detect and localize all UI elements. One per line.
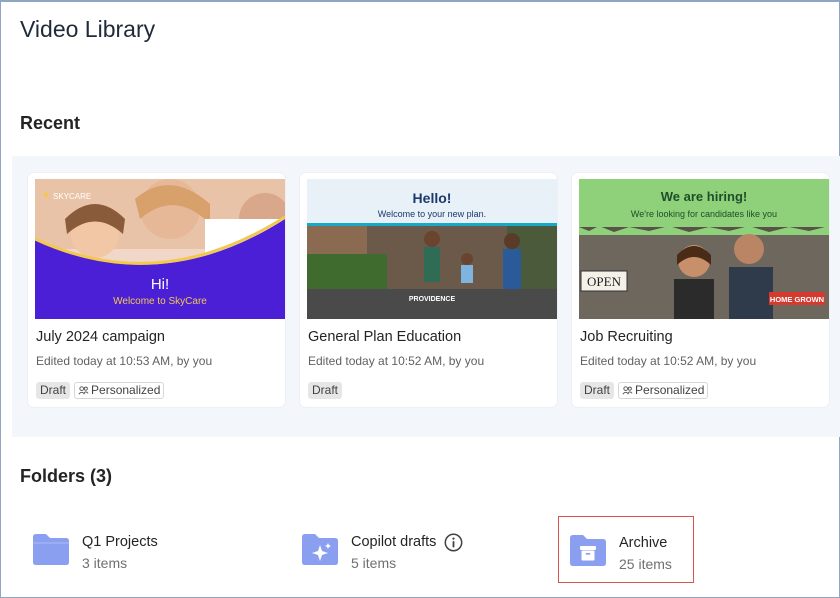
personalized-tag: Personalized <box>618 382 709 399</box>
thumb-headline: Hi! <box>151 276 169 293</box>
folder-name: Copilot drafts <box>351 534 437 550</box>
thumb-brand: SKYCARE <box>53 192 91 201</box>
video-thumbnail: Hello! Welcome to your new plan. PROVIDE… <box>307 179 557 319</box>
video-card-general-plan-education[interactable]: Hello! Welcome to your new plan. PROVIDE… <box>300 173 557 407</box>
recent-section-title: Recent <box>20 113 81 133</box>
thumb-headline: Hello! <box>413 190 452 206</box>
thumb-subline: Welcome to SkyCare <box>113 296 207 307</box>
thumb-subline: Welcome to your new plan. <box>378 209 486 219</box>
draft-tag: Draft <box>36 382 71 399</box>
people-icon <box>622 386 633 395</box>
folders-section-title: Folders (3) <box>20 466 113 486</box>
personalized-label: Personalized <box>635 383 705 397</box>
video-thumbnail: Hi! Welcome to SkyCare SKYCARE <box>35 179 285 319</box>
thumb-brand: HOME GROWN <box>770 295 824 304</box>
card-meta: Edited today at 10:52 AM, by you <box>580 354 757 368</box>
personalized-tag: Personalized <box>74 382 165 399</box>
folder-count: 25 items <box>619 556 672 572</box>
video-thumbnail: We are hiring! We're looking for candida… <box>579 179 829 319</box>
folder-count: 5 items <box>351 555 397 571</box>
folder-name: Archive <box>619 535 668 551</box>
card-title: Job Recruiting <box>580 329 673 345</box>
people-icon <box>78 386 89 395</box>
folder-archive[interactable]: Archive 25 items <box>558 516 694 583</box>
thumb-brand: PROVIDENCE <box>409 296 456 303</box>
card-title: General Plan Education <box>308 329 462 345</box>
archive-folder-icon <box>570 535 606 566</box>
page-title: Video Library <box>20 16 156 42</box>
video-card-july-2024-campaign[interactable]: Hi! Welcome to SkyCare SKYCARE July 2024… <box>28 173 285 407</box>
draft-tag: Draft <box>580 382 615 399</box>
card-tags: Draft <box>308 382 343 399</box>
open-sign: OPEN <box>587 274 622 289</box>
thumb-subline: We're looking for candidates like you <box>631 209 777 219</box>
card-tags: Draft Personalized <box>580 382 709 399</box>
folder-q1-projects[interactable]: Q1 Projects 3 items <box>32 524 232 584</box>
draft-tag: Draft <box>308 382 343 399</box>
personalized-label: Personalized <box>91 383 161 397</box>
folder-name: Q1 Projects <box>82 534 158 550</box>
info-icon[interactable] <box>444 533 463 552</box>
folder-count: 3 items <box>82 555 128 571</box>
thumb-headline: We are hiring! <box>661 189 747 204</box>
folder-copilot-drafts[interactable]: Copilot drafts 5 items <box>301 524 521 584</box>
sparkle-folder-icon <box>302 534 338 565</box>
video-card-job-recruiting[interactable]: We are hiring! We're looking for candida… <box>572 173 829 407</box>
card-meta: Edited today at 10:53 AM, by you <box>36 354 213 368</box>
card-title: July 2024 campaign <box>36 329 165 345</box>
folder-icon <box>33 534 69 565</box>
card-tags: Draft Personalized <box>36 382 165 399</box>
card-meta: Edited today at 10:52 AM, by you <box>308 354 485 368</box>
